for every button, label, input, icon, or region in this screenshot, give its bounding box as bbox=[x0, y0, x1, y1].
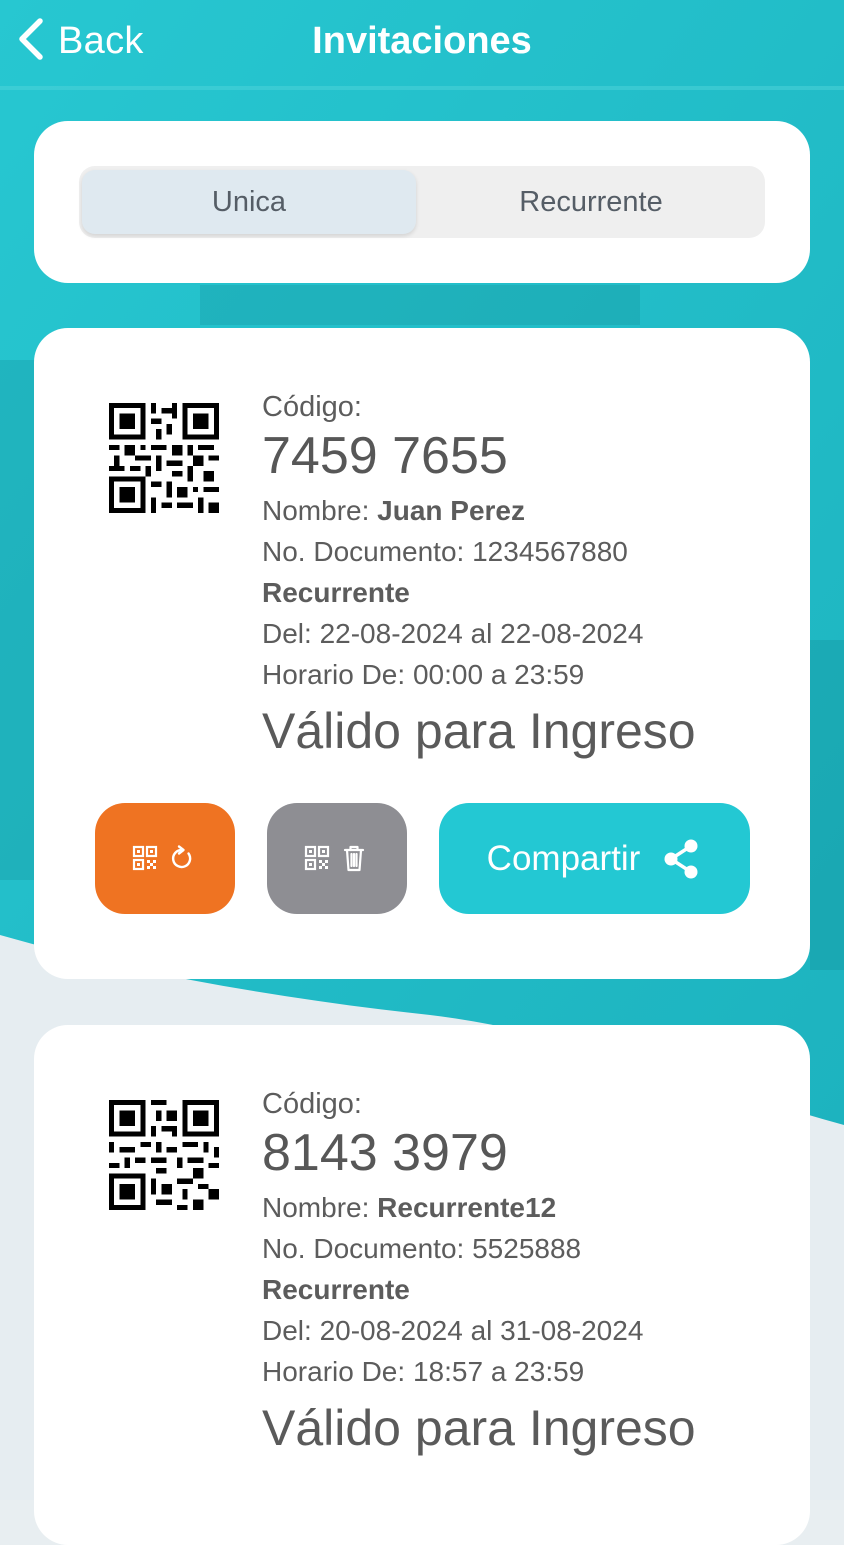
qr-trash-icon bbox=[302, 842, 372, 876]
time-to: 23:59 bbox=[514, 1356, 585, 1387]
invitation-details: Código: 8143 3979 Nombre: Recurrente12 N… bbox=[262, 1085, 696, 1460]
code-label: Código: bbox=[262, 1088, 362, 1120]
qr-code-icon bbox=[109, 1100, 219, 1210]
date-separator: al bbox=[470, 1315, 493, 1346]
date-range: Del: 22-08-2024 al 22-08-2024 bbox=[262, 613, 696, 654]
nav-bar: Back Invitaciones bbox=[0, 0, 844, 82]
time-from: 00:00 bbox=[412, 659, 484, 690]
segmented-control: Unica Recurrente bbox=[79, 166, 765, 238]
document-number: 5525888 bbox=[472, 1233, 582, 1264]
segment-recurrente[interactable]: Recurrente bbox=[420, 170, 762, 234]
date-range: Del: 20-08-2024 al 31-08-2024 bbox=[262, 1310, 696, 1351]
page-title: Invitaciones bbox=[312, 20, 532, 62]
date-from: 20-08-2024 bbox=[319, 1315, 463, 1346]
time-label: Horario De: bbox=[262, 659, 406, 690]
date-to: 31-08-2024 bbox=[500, 1315, 644, 1346]
document-number: 1234567880 bbox=[472, 536, 628, 567]
document-row: No. Documento: 1234567880 bbox=[262, 531, 696, 572]
name-label: Nombre: bbox=[262, 495, 370, 526]
document-label: No. Documento: bbox=[262, 1233, 465, 1264]
name-row: Nombre: Juan Perez bbox=[262, 490, 696, 531]
date-label: Del: bbox=[262, 1315, 312, 1346]
date-label: Del: bbox=[262, 618, 312, 649]
time-to: 23:59 bbox=[514, 659, 585, 690]
validity-status: Válido para Ingreso bbox=[262, 1400, 696, 1456]
filter-card: Unica Recurrente bbox=[34, 121, 810, 283]
date-separator: al bbox=[470, 618, 493, 649]
code-label: Código: bbox=[262, 391, 362, 423]
time-separator: a bbox=[490, 1356, 507, 1387]
card-actions: Compartir bbox=[95, 803, 750, 914]
qr-code-icon bbox=[109, 403, 219, 513]
name-row: Nombre: Recurrente12 bbox=[262, 1187, 696, 1228]
invitation-type: Recurrente bbox=[262, 577, 410, 608]
invitation-card: Código: 8143 3979 Nombre: Recurrente12 N… bbox=[34, 1025, 810, 1545]
time-range: Horario De: 18:57 a 23:59 bbox=[262, 1351, 696, 1392]
time-from: 18:57 bbox=[412, 1356, 484, 1387]
guest-name: Juan Perez bbox=[377, 495, 526, 526]
validity-status: Válido para Ingreso bbox=[262, 703, 696, 759]
document-label: No. Documento: bbox=[262, 536, 465, 567]
qr-refresh-icon bbox=[130, 842, 200, 876]
delete-qr-button[interactable] bbox=[267, 803, 407, 914]
segment-unica[interactable]: Unica bbox=[82, 170, 416, 234]
name-label: Nombre: bbox=[262, 1192, 370, 1223]
renew-qr-button[interactable] bbox=[95, 803, 235, 914]
invitation-card: Código: 7459 7655 Nombre: Juan Perez No.… bbox=[34, 328, 810, 979]
share-label: Compartir bbox=[486, 838, 641, 878]
time-label: Horario De: bbox=[262, 1356, 406, 1387]
invitation-details: Código: 7459 7655 Nombre: Juan Perez No.… bbox=[262, 388, 696, 763]
date-to: 22-08-2024 bbox=[500, 618, 644, 649]
invitation-code: 8143 3979 bbox=[262, 1124, 508, 1182]
share-icon bbox=[660, 837, 702, 881]
document-row: No. Documento: 5525888 bbox=[262, 1228, 696, 1269]
time-range: Horario De: 00:00 a 23:59 bbox=[262, 654, 696, 695]
invitation-type: Recurrente bbox=[262, 1274, 410, 1305]
time-separator: a bbox=[490, 659, 507, 690]
share-button[interactable]: Compartir bbox=[439, 803, 750, 914]
date-from: 22-08-2024 bbox=[319, 618, 463, 649]
guest-name: Recurrente12 bbox=[377, 1192, 557, 1223]
invitation-code: 7459 7655 bbox=[262, 427, 508, 485]
